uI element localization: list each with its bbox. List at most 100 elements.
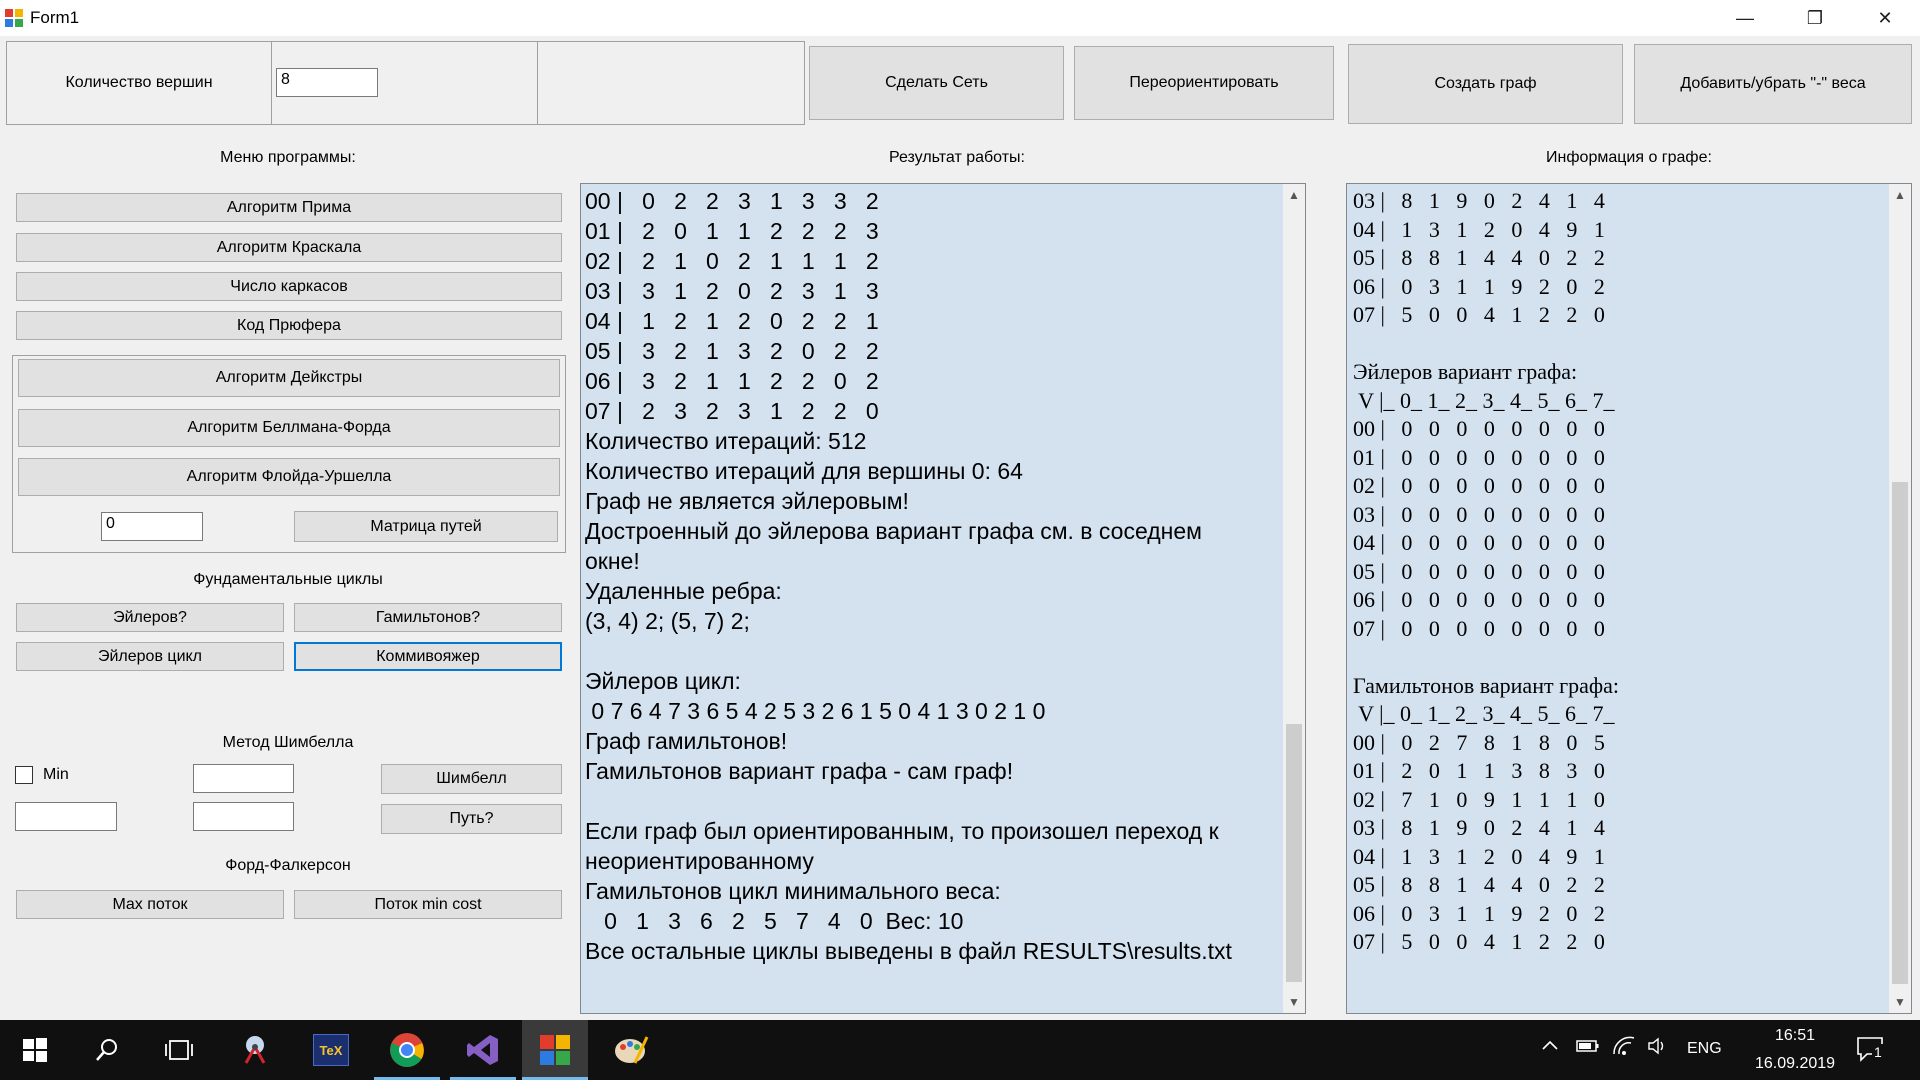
info-line: V |_ 0_ 1_ 2_ 3_ 4_ 5_ 6_ 7_ [1353, 387, 1615, 413]
app-icon [4, 8, 24, 28]
path-vertex-input[interactable]: 0 [101, 512, 203, 541]
visual-studio-icon[interactable] [450, 1020, 516, 1080]
menu-title: Меню программы: [220, 149, 356, 166]
restore-button[interactable]: ❐ [1780, 0, 1850, 36]
min-cost-flow-button[interactable]: Поток min cost [294, 890, 562, 919]
result-textarea[interactable]: 00 | 0 2 2 3 1 3 3 2 01 | 2 0 1 1 2 2 2 3… [580, 183, 1306, 1014]
info-line: 02 | 0 0 0 0 0 0 0 0 [1353, 473, 1605, 498]
clock-date[interactable]: 16.09.2019 [1735, 1055, 1855, 1073]
shimbel-input-2[interactable] [15, 802, 117, 831]
result-line: Гамильтонов цикл минимального веса: [585, 878, 1001, 904]
reorient-button[interactable]: Переориентировать [1074, 46, 1334, 120]
shimbel-input-3[interactable] [193, 802, 294, 831]
info-line: 06 | 0 3 1 1 9 2 0 2 [1353, 900, 1605, 926]
result-line: окне! [585, 548, 640, 574]
min-label: Min [43, 766, 69, 783]
show-hidden-icons-icon[interactable] [1541, 1037, 1559, 1060]
result-line: Удаленные ребра: [585, 578, 782, 604]
scroll-down-icon[interactable]: ▼ [1889, 991, 1911, 1013]
search-icon[interactable] [74, 1020, 140, 1080]
create-graph-button[interactable]: Создать граф [1348, 44, 1623, 124]
info-line: V |_ 0_ 1_ 2_ 3_ 4_ 5_ 6_ 7_ [1353, 701, 1615, 726]
chrome-icon[interactable] [374, 1020, 440, 1080]
result-line: Если граф был ориентированным, то произо… [585, 818, 1219, 844]
empty-panel [537, 41, 805, 125]
info-textarea[interactable]: 03 | 8 1 9 0 2 4 1 4 04 | 1 3 1 2 0 4 9 1… [1346, 183, 1912, 1014]
form1-app-icon[interactable] [522, 1020, 588, 1080]
ford-fulkerson-title: Форд-Фалкерсон [225, 857, 351, 874]
battery-icon[interactable] [1576, 1038, 1600, 1059]
shimbel-title: Метод Шимбелла [222, 734, 354, 751]
shimbel-input-1[interactable] [193, 764, 294, 793]
result-line: 07 | 2 3 2 3 1 2 2 0 [585, 398, 879, 424]
vertex-count-input[interactable]: 8 [276, 68, 378, 97]
info-title: Информация о графе: [1546, 149, 1712, 166]
min-checkbox[interactable] [15, 766, 33, 784]
max-flow-button[interactable]: Max поток [16, 890, 284, 919]
path-matrix-button[interactable]: Матрица путей [294, 511, 558, 542]
notification-count: 1 [1872, 1044, 1884, 1060]
frames-count-button[interactable]: Число каркасов [16, 272, 562, 301]
info-line: 07 | 0 0 0 0 0 0 0 0 [1353, 615, 1605, 641]
info-line: 06 | 0 3 1 1 9 2 0 2 [1353, 273, 1605, 299]
info-line: 07 | 5 0 0 4 1 2 2 0 [1353, 302, 1605, 327]
euler-cycle-button[interactable]: Эйлеров цикл [16, 642, 284, 671]
result-title: Результат работы: [889, 149, 1025, 166]
info-line: 01 | 2 0 1 1 3 8 3 0 [1353, 758, 1605, 783]
scroll-up-icon[interactable]: ▲ [1889, 184, 1911, 206]
toggle-weights-button[interactable]: Добавить/убрать "-" веса [1634, 44, 1912, 124]
info-line: 06 | 0 0 0 0 0 0 0 0 [1353, 587, 1605, 612]
wifi-icon[interactable] [1612, 1036, 1636, 1061]
result-line: 01 | 2 0 1 1 2 2 2 3 [585, 218, 879, 244]
paint-icon[interactable] [598, 1020, 664, 1080]
volume-icon[interactable] [1647, 1036, 1671, 1061]
fundamental-cycles-title: Фундаментальные циклы [193, 571, 383, 588]
info-line: 04 | 0 0 0 0 0 0 0 0 [1353, 530, 1605, 555]
result-line: Количество итераций для вершины 0: 64 [585, 458, 1023, 484]
result-scrollbar[interactable]: ▲ ▼ [1283, 184, 1305, 1013]
info-line: 03 | 8 1 9 0 2 4 1 4 [1353, 188, 1605, 213]
result-line: 0 7 6 4 7 3 6 5 4 2 5 3 2 6 1 5 0 4 1 3 … [585, 698, 1046, 724]
kruskal-button[interactable]: Алгоритм Краскала [16, 233, 562, 262]
prufer-code-button[interactable]: Код Прюфера [16, 311, 562, 340]
clock-time[interactable]: 16:51 [1745, 1027, 1845, 1045]
result-line: Граф не является эйлеровым! [585, 488, 909, 514]
make-network-button[interactable]: Сделать Сеть [809, 46, 1064, 120]
result-scroll-thumb[interactable] [1286, 724, 1302, 982]
info-line: 01 | 0 0 0 0 0 0 0 0 [1353, 444, 1605, 470]
dijkstra-button[interactable]: Алгоритм Дейкстры [18, 359, 560, 397]
snipping-tool-icon[interactable] [222, 1020, 288, 1080]
hamilton-check-button[interactable]: Гамильтонов? [294, 603, 562, 632]
scroll-down-icon[interactable]: ▼ [1283, 991, 1305, 1013]
scroll-up-icon[interactable]: ▲ [1283, 184, 1305, 206]
info-line: 02 | 7 1 0 9 1 1 1 0 [1353, 786, 1605, 812]
result-line: Гамильтонов вариант графа - сам граф! [585, 758, 1014, 784]
title-bar [0, 0, 1920, 36]
result-line: 00 | 0 2 2 3 1 3 3 2 [585, 188, 879, 214]
tex-editor-icon[interactable]: TeX [298, 1020, 364, 1080]
result-line: 03 | 3 1 2 0 2 3 1 3 [585, 278, 879, 304]
floyd-button[interactable]: Алгоритм Флойда-Уршелла [18, 458, 560, 496]
info-line: 04 | 1 3 1 2 0 4 9 1 [1353, 216, 1605, 242]
language-indicator[interactable]: ENG [1687, 1040, 1722, 1058]
info-scroll-thumb[interactable] [1892, 482, 1908, 984]
path-check-button[interactable]: Путь? [381, 804, 562, 834]
windows-start-icon[interactable] [2, 1020, 68, 1080]
euler-check-button[interactable]: Эйлеров? [16, 603, 284, 632]
result-line: Эйлеров цикл: [585, 668, 741, 694]
close-button[interactable]: ✕ [1850, 0, 1920, 36]
result-line: 05 | 3 2 1 3 2 0 2 2 [585, 338, 879, 364]
info-line: 03 | 0 0 0 0 0 0 0 0 [1353, 501, 1605, 527]
prim-button[interactable]: Алгоритм Прима [16, 193, 562, 222]
result-line: Все остальные циклы выведены в файл RESU… [585, 938, 1232, 964]
bellman-ford-button[interactable]: Алгоритм Беллмана-Форда [18, 409, 560, 447]
result-line: 02 | 2 1 0 2 1 1 1 2 [585, 248, 879, 274]
task-view-icon[interactable] [146, 1020, 212, 1080]
info-line: 05 | 8 8 1 4 4 0 2 2 [1353, 872, 1605, 897]
info-scrollbar[interactable]: ▲ ▼ [1889, 184, 1911, 1013]
info-line: 07 | 5 0 0 4 1 2 2 0 [1353, 929, 1605, 954]
minimize-button[interactable]: — [1710, 0, 1780, 36]
salesman-button[interactable]: Коммивояжер [294, 642, 562, 671]
shimbel-button[interactable]: Шимбелл [381, 764, 562, 794]
result-line: 04 | 1 2 1 2 0 2 2 1 [585, 308, 879, 334]
